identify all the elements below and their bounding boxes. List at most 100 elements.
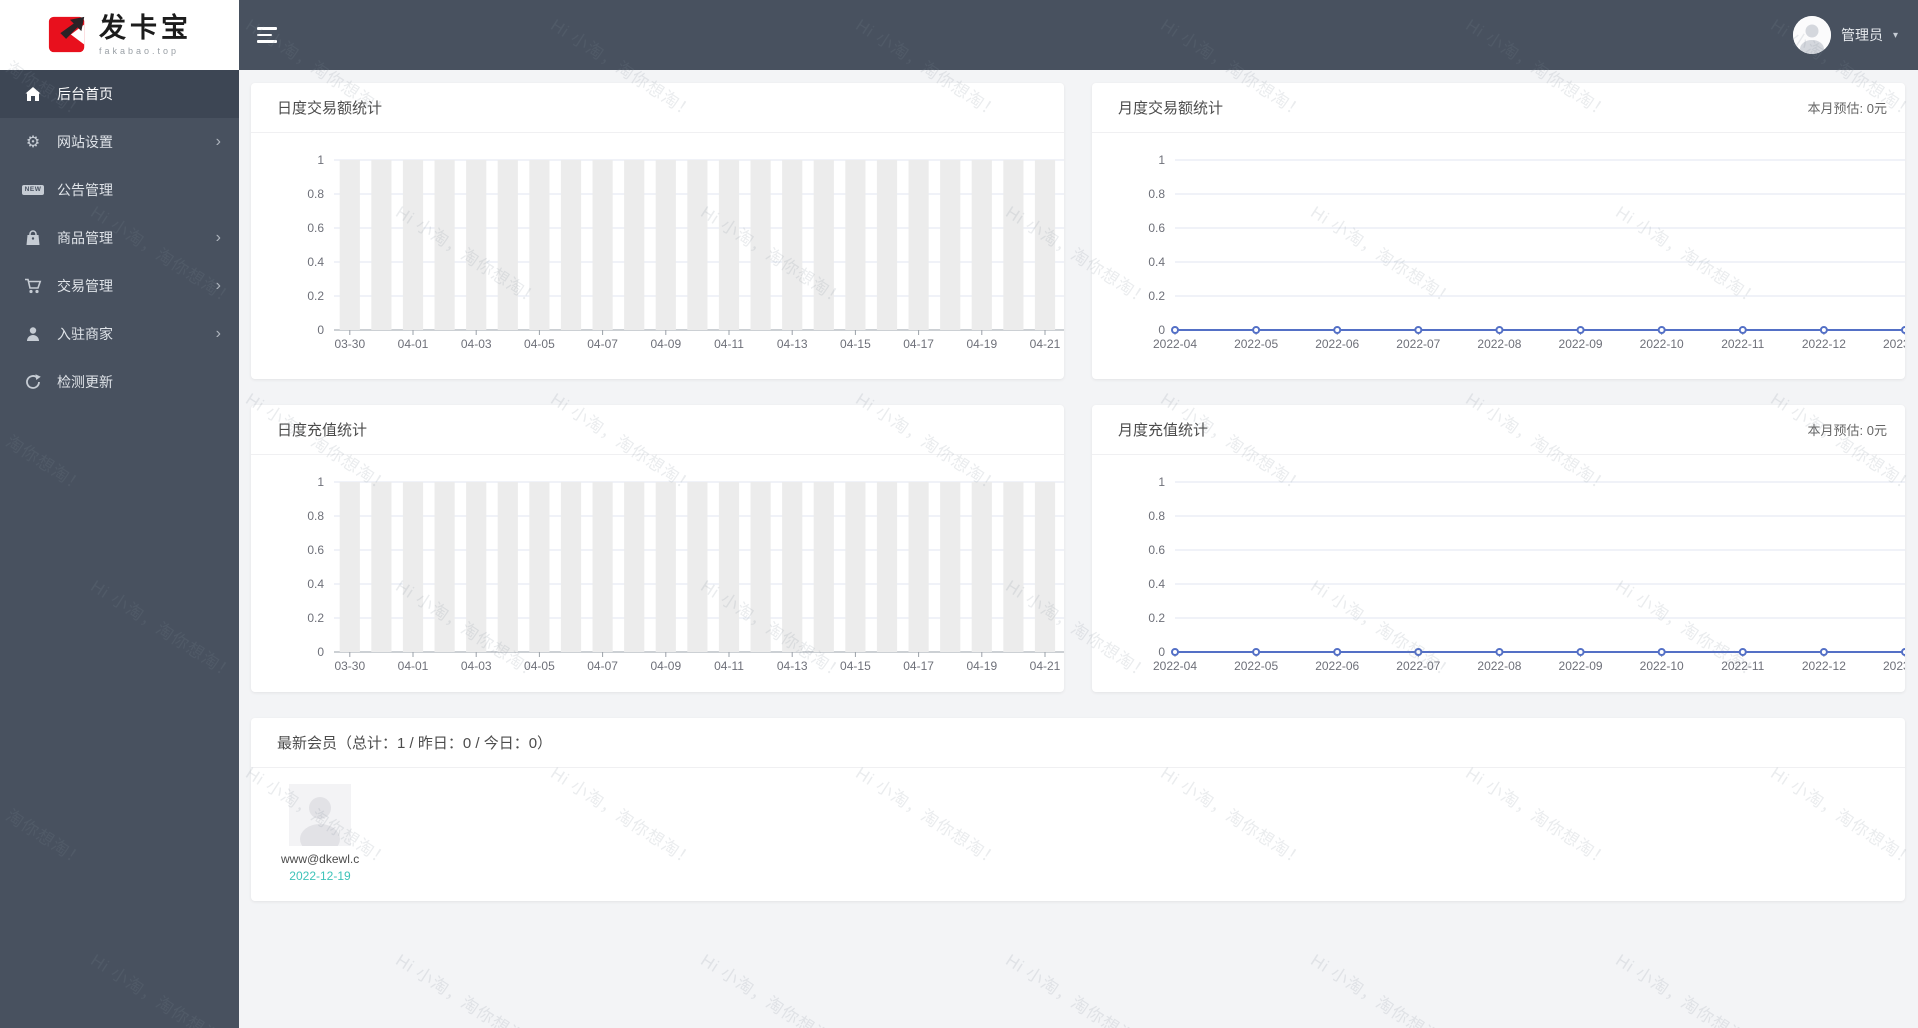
svg-text:04-11: 04-11 (714, 337, 744, 351)
brand-logo[interactable]: 发卡宝 fakabao.top (0, 0, 239, 70)
svg-text:2023-01: 2023-01 (1883, 659, 1905, 673)
sidebar-nav: 后台首页 ⚙ 网站设置 › NEW 公告管理 商品管理 › 交易管理 › 入驻商… (0, 70, 239, 406)
latest-members-title: 最新会员（总计：1 / 昨日：0 / 今日：0） (277, 735, 553, 752)
daily-trade-card: 日度交易额统计 0 0.2 0.4 0.6 0.8 1 03-30 04-01 04-03 04-… (251, 83, 1064, 379)
svg-text:2022-12: 2022-12 (1802, 337, 1846, 351)
hamburger-menu-icon[interactable] (257, 23, 279, 47)
sidebar-item-label: 网站设置 (57, 134, 113, 150)
monthly-estimate-label: 本月预估: 0元 (1807, 423, 1887, 438)
svg-text:0.8: 0.8 (307, 187, 324, 201)
brand-name: 发卡宝 (99, 12, 192, 43)
svg-text:0.4: 0.4 (307, 255, 324, 269)
svg-text:1: 1 (317, 153, 324, 167)
sidebar-item-home[interactable]: 后台首页 (0, 70, 239, 118)
svg-text:2022-07: 2022-07 (1396, 659, 1440, 673)
monthly-recharge-chart: 0 0.2 0.4 0.6 0.8 1 2022-04 2022-05 2022-06 2022-… (1092, 455, 1905, 692)
home-icon (22, 84, 44, 104)
sidebar-item-merchants[interactable]: 入驻商家 › (0, 310, 239, 358)
svg-text:2022-06: 2022-06 (1315, 337, 1359, 351)
svg-text:2023-01: 2023-01 (1883, 337, 1905, 351)
card-title: 日度充值统计 (277, 422, 368, 439)
username-label: 管理员 (1840, 27, 1883, 43)
content: 日度交易额统计 0 0.2 0.4 0.6 0.8 1 03-30 04-01 04-03 04-… (239, 70, 1918, 1028)
svg-text:0.8: 0.8 (1148, 509, 1165, 523)
card-title: 月度交易额统计 (1118, 100, 1224, 117)
svg-text:0: 0 (317, 645, 324, 659)
svg-text:04-15: 04-15 (840, 337, 871, 351)
svg-text:0.6: 0.6 (307, 543, 324, 557)
latest-members-card: 最新会员（总计：1 / 昨日：0 / 今日：0） www@dkewl.com 2… (251, 718, 1905, 901)
svg-text:03-30: 03-30 (334, 659, 365, 673)
sidebar-item-label: 入驻商家 (57, 326, 113, 342)
sidebar: 发卡宝 fakabao.top 后台首页 ⚙ 网站设置 › NEW 公告管理 商… (0, 0, 239, 1028)
svg-text:2022-10: 2022-10 (1640, 337, 1684, 351)
main-area: 管理员 ▾ 日度交易额统计 0 0.2 0.4 0.6 0.8 1 03-30 04-01 04… (239, 0, 1918, 1028)
svg-text:04-07: 04-07 (587, 337, 618, 351)
svg-text:04-01: 04-01 (398, 659, 429, 673)
member-item[interactable]: www@dkewl.com 2022-12-19 (276, 784, 364, 883)
svg-text:0: 0 (317, 323, 324, 337)
svg-text:0.4: 0.4 (1148, 577, 1165, 591)
gear-icon: ⚙ (25, 134, 41, 151)
svg-text:2022-09: 2022-09 (1559, 659, 1603, 673)
svg-text:0.6: 0.6 (1148, 221, 1165, 235)
svg-text:04-09: 04-09 (650, 337, 681, 351)
svg-text:04-13: 04-13 (777, 659, 808, 673)
svg-text:0.4: 0.4 (307, 577, 324, 591)
refresh-icon (22, 372, 44, 392)
svg-text:04-19: 04-19 (966, 659, 997, 673)
merchant-user-icon (22, 324, 44, 344)
brand-logo-icon (48, 16, 85, 53)
svg-text:2022-04: 2022-04 (1153, 337, 1197, 351)
admin-dashboard: 发卡宝 fakabao.top 后台首页 ⚙ 网站设置 › NEW 公告管理 商… (0, 0, 1918, 1028)
topbar: 管理员 ▾ (239, 0, 1918, 70)
svg-text:03-30: 03-30 (334, 337, 365, 351)
svg-text:0.8: 0.8 (1148, 187, 1165, 201)
svg-text:04-21: 04-21 (1030, 659, 1061, 673)
daily-recharge-card: 日度充值统计 0 0.2 0.4 0.6 0.8 1 03-30 04-01 04-03 04-0… (251, 405, 1064, 692)
chevron-right-icon: › (215, 277, 221, 294)
monthly-trade-card: 月度交易额统计 本月预估: 0元 0 0.2 0.4 0.6 0.8 1 2022-04 20… (1092, 83, 1905, 379)
sidebar-item-site-settings[interactable]: ⚙ 网站设置 › (0, 118, 239, 166)
sidebar-item-check-update[interactable]: 检测更新 (0, 358, 239, 406)
svg-text:2022-10: 2022-10 (1640, 659, 1684, 673)
daily-recharge-chart: 0 0.2 0.4 0.6 0.8 1 03-30 04-01 04-03 04-05 04-07 0… (251, 455, 1064, 692)
cart-icon (22, 276, 44, 296)
chevron-right-icon: › (215, 325, 221, 342)
sidebar-item-label: 交易管理 (57, 278, 113, 294)
card-title: 月度充值统计 (1118, 422, 1209, 439)
svg-text:04-09: 04-09 (650, 659, 681, 673)
sidebar-item-products[interactable]: 商品管理 › (0, 214, 239, 262)
svg-text:04-13: 04-13 (777, 337, 808, 351)
svg-text:2022-12: 2022-12 (1802, 659, 1846, 673)
svg-text:04-17: 04-17 (903, 337, 934, 351)
svg-text:0.8: 0.8 (307, 509, 324, 523)
svg-text:04-03: 04-03 (461, 337, 492, 351)
svg-text:1: 1 (1158, 153, 1165, 167)
chevron-right-icon: › (215, 229, 221, 246)
monthly-recharge-card: 月度充值统计 本月预估: 0元 0 0.2 0.4 0.6 0.8 1 2022-04 202… (1092, 405, 1905, 692)
svg-text:0.2: 0.2 (307, 289, 324, 303)
user-menu[interactable]: 管理员 ▾ (1792, 16, 1898, 54)
sidebar-item-label: 检测更新 (57, 374, 113, 390)
svg-text:04-07: 04-07 (587, 659, 618, 673)
sidebar-item-announcements[interactable]: NEW 公告管理 (0, 166, 239, 214)
card-title: 日度交易额统计 (277, 100, 383, 117)
svg-text:0: 0 (1158, 323, 1165, 337)
svg-text:2022-08: 2022-08 (1477, 659, 1521, 673)
svg-text:04-01: 04-01 (398, 337, 429, 351)
svg-text:0.2: 0.2 (1148, 289, 1165, 303)
svg-text:2022-11: 2022-11 (1721, 337, 1764, 351)
sidebar-item-trades[interactable]: 交易管理 › (0, 262, 239, 310)
svg-text:2022-05: 2022-05 (1234, 659, 1278, 673)
svg-text:0: 0 (1158, 645, 1165, 659)
sidebar-item-label: 商品管理 (57, 230, 113, 246)
svg-text:2022-09: 2022-09 (1559, 337, 1603, 351)
svg-text:04-05: 04-05 (524, 337, 555, 351)
svg-text:1: 1 (317, 475, 324, 489)
user-avatar (1792, 16, 1831, 54)
svg-text:2022-04: 2022-04 (1153, 659, 1197, 673)
svg-text:04-15: 04-15 (840, 659, 871, 673)
svg-text:0.4: 0.4 (1148, 255, 1165, 269)
svg-text:0.6: 0.6 (1148, 543, 1165, 557)
